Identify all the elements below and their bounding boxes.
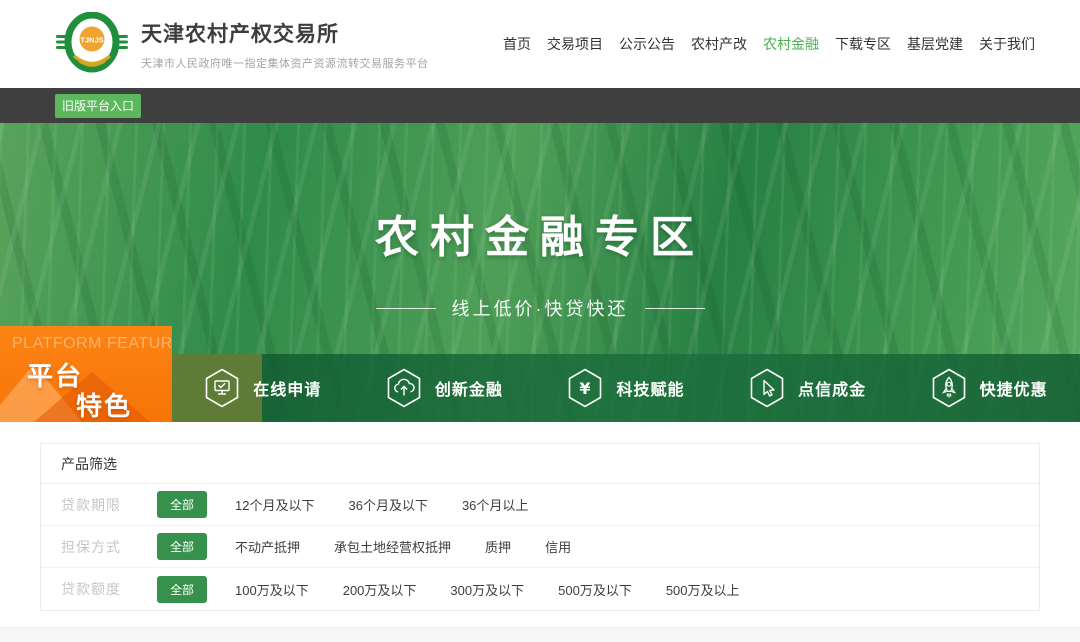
filter-option[interactable]: 不动产抵押 xyxy=(235,537,300,556)
platform-features-title-2: 特色 xyxy=(76,386,132,422)
main-nav: 首页 交易项目 公示公告 农村产改 农村金融 下载专区 基层党建 关于我们 xyxy=(503,34,1035,54)
feature-item-quick-discount[interactable]: 快捷优惠 xyxy=(898,354,1080,422)
feature-label: 快捷优惠 xyxy=(980,376,1048,400)
feature-item-credit-to-gold[interactable]: 点信成金 xyxy=(717,354,899,422)
hero-subtitle: 线上低价·快贷快还 xyxy=(452,295,629,321)
nav-item-home[interactable]: 首页 xyxy=(503,34,531,54)
nav-item-announcements[interactable]: 公示公告 xyxy=(619,34,675,54)
filter-option[interactable]: 200万及以下 xyxy=(343,580,417,599)
monitor-check-icon xyxy=(204,368,240,408)
nav-item-about-us[interactable]: 关于我们 xyxy=(979,34,1035,54)
filter-row-label: 担保方式 xyxy=(61,537,137,557)
feature-label: 点信成金 xyxy=(798,376,866,400)
filter-option[interactable]: 36个月及以下 xyxy=(348,495,427,514)
filter-option[interactable]: 12个月及以下 xyxy=(235,495,314,514)
rocket-icon xyxy=(931,368,967,408)
feature-label: 创新金融 xyxy=(435,376,503,400)
filter-all-button[interactable]: 全部 xyxy=(157,491,207,518)
nav-item-downloads[interactable]: 下载专区 xyxy=(835,34,891,54)
click-pointer-icon xyxy=(749,368,785,408)
logo-emblem-icon: TJNJS xyxy=(55,12,129,76)
svg-text:TJNJS: TJNJS xyxy=(80,36,103,45)
hero-banner: 农村金融专区 线上低价·快贷快还 PLATFORM FEATURES 平台 特色… xyxy=(0,123,1080,422)
nav-item-trade-projects[interactable]: 交易项目 xyxy=(547,34,603,54)
footer-band xyxy=(0,627,1080,642)
filter-option[interactable]: 36个月以上 xyxy=(462,495,528,514)
site-logo[interactable]: TJNJS 天津农村产权交易所 天津市人民政府唯一指定集体资产资源流转交易服务平… xyxy=(55,12,429,76)
filter-option[interactable]: 100万及以下 xyxy=(235,580,309,599)
platform-features-eyebrow: PLATFORM FEATURES xyxy=(12,335,172,353)
filter-all-button[interactable]: 全部 xyxy=(157,576,207,603)
features-bar: 在线申请 创新金融 ¥ 科技赋能 点信成金 xyxy=(172,354,1080,422)
filter-option[interactable]: 信用 xyxy=(545,537,571,556)
filter-option[interactable]: 500万及以下 xyxy=(558,580,632,599)
notice-bar: 旧版平台入口 xyxy=(0,88,1080,123)
filter-options: 不动产抵押 承包土地经营权抵押 质押 信用 xyxy=(235,537,571,556)
filter-options: 100万及以下 200万及以下 300万及以下 500万及以下 500万及以上 xyxy=(235,580,740,599)
subtitle-left-line xyxy=(376,308,436,309)
nav-item-party-building[interactable]: 基层党建 xyxy=(907,34,963,54)
filter-row-label: 贷款额度 xyxy=(61,579,137,599)
feature-label: 科技赋能 xyxy=(616,376,684,400)
filter-row-loan-amount: 贷款额度 全部 100万及以下 200万及以下 300万及以下 500万及以下 … xyxy=(41,568,1039,610)
subtitle-right-line xyxy=(645,308,705,309)
yen-icon: ¥ xyxy=(567,368,603,408)
svg-text:¥: ¥ xyxy=(580,379,591,398)
feature-item-innovative-finance[interactable]: 创新金融 xyxy=(354,354,536,422)
brand-text: 天津农村产权交易所 天津市人民政府唯一指定集体资产资源流转交易服务平台 xyxy=(141,18,429,71)
product-filter-panel: 产品筛选 贷款期限 全部 12个月及以下 36个月及以下 36个月以上 担保方式… xyxy=(40,443,1040,611)
site-header: TJNJS 天津农村产权交易所 天津市人民政府唯一指定集体资产资源流转交易服务平… xyxy=(0,0,1080,88)
filter-option[interactable]: 300万及以下 xyxy=(450,580,524,599)
site-title: 天津农村产权交易所 xyxy=(141,18,429,48)
cloud-upload-icon xyxy=(386,368,422,408)
filter-row-loan-term: 贷款期限 全部 12个月及以下 36个月及以下 36个月以上 xyxy=(41,484,1039,526)
platform-features-block: PLATFORM FEATURES 平台 特色 xyxy=(0,326,172,422)
hero-title: 农村金融专区 xyxy=(0,201,1080,265)
filter-panel-title: 产品筛选 xyxy=(41,444,1039,484)
feature-label: 在线申请 xyxy=(253,376,321,400)
hero-text-group: 农村金融专区 线上低价·快贷快还 xyxy=(0,123,1080,321)
filter-row-label: 贷款期限 xyxy=(61,495,137,515)
filter-options: 12个月及以下 36个月及以下 36个月以上 xyxy=(235,495,528,514)
site-subtitle: 天津市人民政府唯一指定集体资产资源流转交易服务平台 xyxy=(141,55,429,71)
feature-item-tech-empowerment[interactable]: ¥ 科技赋能 xyxy=(535,354,717,422)
filter-row-guarantee-method: 担保方式 全部 不动产抵押 承包土地经营权抵押 质押 信用 xyxy=(41,526,1039,568)
platform-features-title-1: 平台 xyxy=(27,356,83,393)
filter-all-button[interactable]: 全部 xyxy=(157,533,207,560)
nav-item-rural-reform[interactable]: 农村产改 xyxy=(691,34,747,54)
filter-option[interactable]: 500万及以上 xyxy=(666,580,740,599)
old-platform-entry-button[interactable]: 旧版平台入口 xyxy=(55,94,141,118)
main-content: 产品筛选 贷款期限 全部 12个月及以下 36个月及以下 36个月以上 担保方式… xyxy=(0,422,1080,611)
hero-subtitle-row: 线上低价·快贷快还 xyxy=(0,295,1080,321)
filter-option[interactable]: 质押 xyxy=(485,537,511,556)
filter-option[interactable]: 承包土地经营权抵押 xyxy=(334,537,451,556)
feature-item-online-apply[interactable]: 在线申请 xyxy=(172,354,354,422)
nav-item-rural-finance[interactable]: 农村金融 xyxy=(763,34,819,54)
